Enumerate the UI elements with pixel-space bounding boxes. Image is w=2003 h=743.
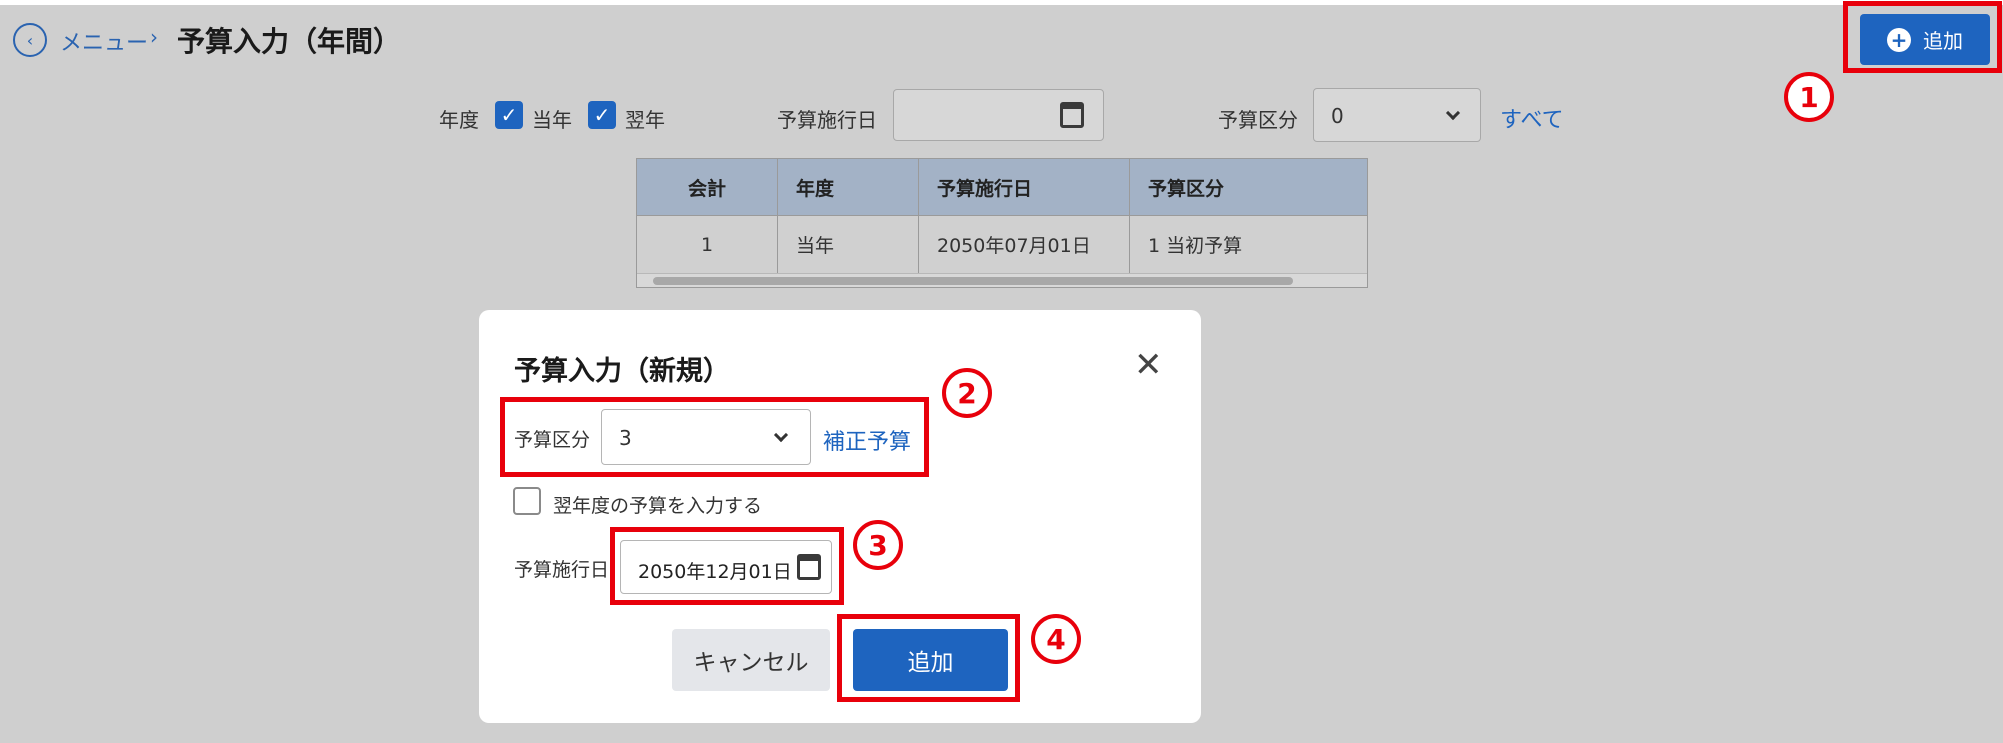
dialog-effective-date-label: 予算施行日 <box>514 559 610 581</box>
budget-table: 会計 年度 予算施行日 予算区分 1 当年 2050年07月01日 1 当初予算 <box>636 158 1368 288</box>
category-filter-value: 0 <box>1331 104 1344 128</box>
breadcrumb-menu-link[interactable]: メニュー <box>60 25 148 57</box>
table-row[interactable]: 1 当年 2050年07月01日 1 当初予算 <box>637 215 1367 273</box>
page-title: 予算入力（年間） <box>177 25 402 58</box>
category-filter-select[interactable]: 0 <box>1313 88 1481 142</box>
current-year-checkbox[interactable]: ✓ <box>495 101 523 129</box>
checkmark-icon: ✓ <box>500 103 518 127</box>
table-horizontal-scrollbar[interactable] <box>637 273 1367 287</box>
callout-1: 1 <box>1784 72 1834 122</box>
next-year-budget-label: 翌年度の予算を入力する <box>553 495 763 517</box>
column-header-account[interactable]: 会計 <box>637 159 778 215</box>
close-icon[interactable]: ✕ <box>1134 348 1163 382</box>
highlight-box-4 <box>837 614 1020 702</box>
column-header-category[interactable]: 予算区分 <box>1130 159 1367 215</box>
chevron-down-icon <box>1445 105 1461 121</box>
fiscal-year-label: 年度 <box>439 108 479 132</box>
checkmark-icon: ✓ <box>593 103 611 127</box>
column-header-effective-date[interactable]: 予算施行日 <box>919 159 1130 215</box>
category-filter-name: すべて <box>1500 108 1564 133</box>
next-year-label: 翌年 <box>625 108 665 132</box>
highlight-box-2 <box>500 397 929 477</box>
column-header-year[interactable]: 年度 <box>778 159 919 215</box>
scrollbar-thumb[interactable] <box>653 277 1293 285</box>
cancel-button[interactable]: キャンセル <box>672 629 830 691</box>
category-filter-label: 予算区分 <box>1218 108 1298 132</box>
highlight-box-3 <box>610 527 844 605</box>
callout-2: 2 <box>942 368 992 418</box>
table-cell-category: 1 当初予算 <box>1148 235 1243 257</box>
table-cell-effective-date: 2050年07月01日 <box>919 216 1130 273</box>
back-button[interactable]: ‹ <box>13 23 47 57</box>
breadcrumb-separator-icon: › <box>150 25 158 49</box>
effective-date-filter-input[interactable] <box>893 89 1104 141</box>
table-cell-year: 当年 <box>778 216 919 273</box>
dialog-title: 予算入力（新規） <box>514 356 730 387</box>
effective-date-filter-label: 予算施行日 <box>777 108 877 132</box>
next-year-budget-checkbox[interactable] <box>513 487 541 515</box>
callout-3: 3 <box>853 520 903 570</box>
callout-4: 4 <box>1031 614 1081 664</box>
current-year-label: 当年 <box>532 108 572 132</box>
table-cell-account: 1 <box>637 216 778 273</box>
highlight-box-1 <box>1843 1 2002 73</box>
calendar-icon[interactable] <box>1060 102 1084 128</box>
chevron-left-icon: ‹ <box>26 30 34 50</box>
table-header-row: 会計 年度 予算施行日 予算区分 <box>637 159 1367 215</box>
next-year-checkbox[interactable]: ✓ <box>588 101 616 129</box>
